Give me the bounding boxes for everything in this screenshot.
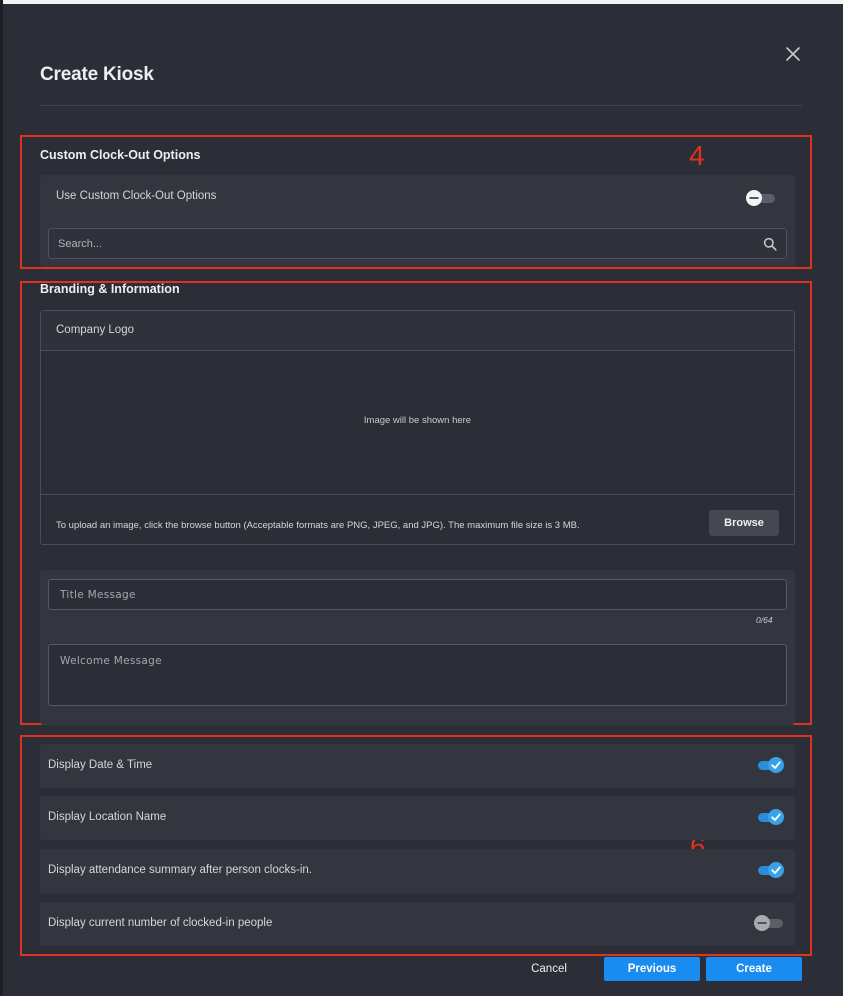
search-icon[interactable] bbox=[763, 237, 777, 251]
company-logo-header: Company Logo bbox=[41, 311, 794, 351]
modal-title: Create Kiosk bbox=[40, 64, 154, 85]
logo-preview-area: Image will be shown here bbox=[41, 351, 794, 495]
custom-clock-out-toggle[interactable] bbox=[746, 190, 776, 206]
clock-out-search-field[interactable] bbox=[48, 228, 787, 259]
title-message-input[interactable] bbox=[49, 580, 786, 609]
custom-clock-out-label: Use Custom Clock-Out Options bbox=[56, 190, 217, 202]
check-icon bbox=[768, 757, 784, 773]
display-clocked-in-count-label: Display current number of clocked-in peo… bbox=[48, 917, 273, 929]
display-option-row[interactable]: Display Location Name bbox=[40, 796, 795, 840]
check-icon bbox=[768, 862, 784, 878]
display-date-time-toggle[interactable] bbox=[754, 757, 784, 773]
branding-section-title: Branding & Information bbox=[40, 282, 180, 296]
display-clocked-in-count-toggle[interactable] bbox=[754, 915, 784, 931]
welcome-message-input[interactable] bbox=[49, 645, 786, 705]
display-location-name-toggle[interactable] bbox=[754, 809, 784, 825]
title-divider bbox=[40, 105, 802, 106]
display-location-name-label: Display Location Name bbox=[48, 811, 167, 823]
display-attendance-summary-toggle[interactable] bbox=[754, 862, 784, 878]
check-icon bbox=[768, 809, 784, 825]
company-logo-card: Company Logo Image will be shown here To… bbox=[40, 310, 795, 545]
previous-button[interactable]: Previous bbox=[604, 957, 700, 981]
title-message-field[interactable] bbox=[48, 579, 787, 610]
create-kiosk-modal: Create Kiosk 4 Custom Clock-Out Options … bbox=[3, 4, 843, 996]
logo-placeholder-text: Image will be shown here bbox=[363, 415, 472, 426]
clock-out-section-title: Custom Clock-Out Options bbox=[40, 148, 201, 162]
toggle-knob bbox=[746, 190, 762, 206]
welcome-message-field[interactable] bbox=[48, 644, 787, 706]
display-option-row[interactable]: Display attendance summary after person … bbox=[40, 849, 795, 893]
close-icon[interactable] bbox=[783, 44, 803, 64]
display-option-row[interactable]: Display Date & Time bbox=[40, 744, 795, 788]
toggle-knob bbox=[754, 915, 770, 931]
upload-hint-text: To upload an image, click the browse but… bbox=[56, 520, 580, 531]
cancel-button[interactable]: Cancel bbox=[523, 957, 575, 981]
create-button[interactable]: Create bbox=[706, 957, 802, 981]
browse-button[interactable]: Browse bbox=[709, 510, 779, 536]
company-logo-label: Company Logo bbox=[56, 324, 134, 336]
clock-out-search-input[interactable] bbox=[49, 229, 786, 258]
display-attendance-summary-label: Display attendance summary after person … bbox=[48, 864, 312, 876]
annotation-label-4: 4 bbox=[689, 140, 705, 171]
messages-panel: 0/64 bbox=[40, 570, 795, 725]
display-date-time-label: Display Date & Time bbox=[48, 759, 153, 771]
title-character-counter: 0/64 bbox=[756, 615, 773, 625]
display-option-row[interactable]: Display current number of clocked-in peo… bbox=[40, 902, 795, 946]
